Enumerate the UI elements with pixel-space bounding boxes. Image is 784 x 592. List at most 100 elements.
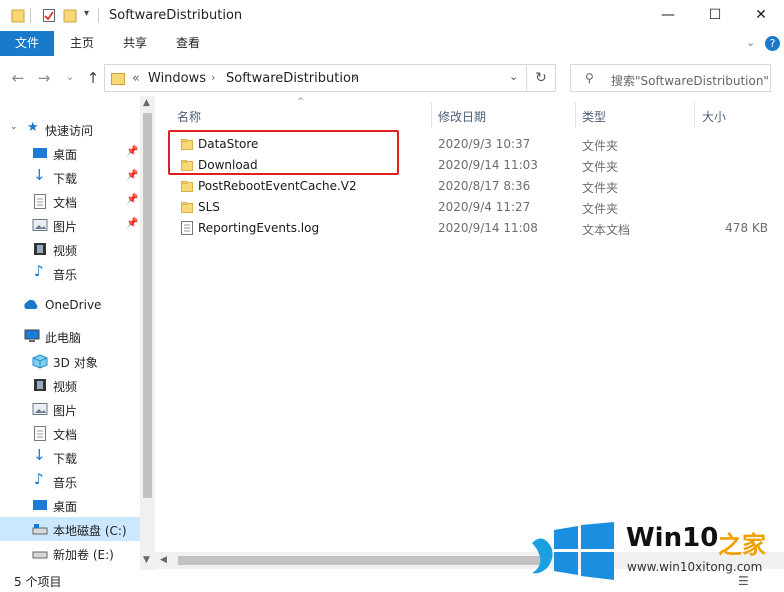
- chevron-down-icon[interactable]: ⌄: [10, 122, 18, 132]
- breadcrumb-windows[interactable]: Windows: [148, 71, 206, 86]
- address-row: ← → ⌄ ↑ « Windows › SoftwareDistribution…: [0, 62, 784, 94]
- nav-label: 视频: [53, 244, 78, 258]
- new-folder-icon[interactable]: [63, 8, 77, 23]
- maximize-button[interactable]: ☐: [692, 0, 738, 31]
- nav-item-this-pc[interactable]: 此电脑: [0, 324, 140, 348]
- nav-label: 新加卷 (E:): [53, 548, 114, 562]
- divider: [98, 8, 99, 23]
- picture-icon: [32, 402, 48, 416]
- close-button[interactable]: ✕: [738, 0, 784, 31]
- nav-label: 视频: [53, 380, 78, 394]
- nav-item-pictures[interactable]: 图片 📌: [0, 213, 140, 237]
- scroll-up-icon[interactable]: ▲: [143, 98, 150, 108]
- tab-share[interactable]: 共享: [110, 31, 160, 56]
- star-icon: ★: [27, 120, 39, 135]
- breadcrumb-overflow[interactable]: «: [132, 71, 140, 86]
- nav-item-local-disk-c[interactable]: 本地磁盘 (C:): [0, 517, 140, 541]
- nav-item-pictures-pc[interactable]: 图片: [0, 397, 140, 421]
- window-title: SoftwareDistribution: [109, 8, 243, 23]
- file-date: 2020/8/17 8:36: [438, 179, 531, 193]
- column-header-name[interactable]: 名称: [177, 108, 201, 125]
- picture-icon: [32, 218, 48, 232]
- column-divider[interactable]: [575, 102, 576, 128]
- column-divider[interactable]: [431, 102, 432, 128]
- nav-item-music[interactable]: ♪ 音乐: [0, 261, 140, 285]
- search-input[interactable]: 搜索"SoftwareDistribution": [611, 72, 769, 89]
- nav-label: 本地磁盘 (C:): [53, 524, 127, 538]
- search-icon: ⚲: [585, 71, 594, 85]
- desktop-icon: [32, 498, 47, 512]
- horizontal-scrollbar-thumb[interactable]: [178, 556, 546, 565]
- download-icon: ↓: [33, 446, 46, 464]
- sort-ascending-icon: ^: [297, 97, 305, 107]
- minimize-button[interactable]: —: [645, 0, 691, 31]
- nav-item-quick-access[interactable]: ⌄ ★ 快速访问: [0, 117, 140, 141]
- nav-item-onedrive[interactable]: OneDrive: [0, 293, 140, 317]
- properties-icon[interactable]: [42, 8, 56, 23]
- folder-icon: [181, 181, 193, 192]
- file-row[interactable]: SLS 2020/9/4 11:27 文件夹: [164, 197, 784, 218]
- nav-label: 桌面: [53, 148, 78, 162]
- customize-toolbar-icon[interactable]: ▾: [84, 8, 89, 19]
- nav-label: 快速访问: [45, 124, 94, 138]
- pin-icon[interactable]: 📌: [126, 218, 138, 229]
- nav-scrollbar-thumb[interactable]: [143, 113, 152, 498]
- nav-item-new-volume-e[interactable]: 新加卷 (E:): [0, 541, 140, 565]
- search-box[interactable]: ⚲ 搜索"SoftwareDistribution": [570, 64, 771, 92]
- nav-label: 下载: [53, 452, 78, 466]
- pin-icon[interactable]: 📌: [126, 170, 138, 181]
- back-arrow-icon[interactable]: ←: [10, 68, 26, 88]
- nav-item-desktop[interactable]: 桌面 📌: [0, 141, 140, 165]
- column-header-type[interactable]: 类型: [582, 108, 606, 125]
- column-divider[interactable]: [694, 102, 695, 128]
- file-type: 文件夹: [582, 139, 619, 153]
- nav-item-music-pc[interactable]: ♪ 音乐: [0, 469, 140, 493]
- file-size: 478 KB: [725, 221, 768, 235]
- cloud-icon: [22, 298, 40, 312]
- tab-view[interactable]: 查看: [163, 31, 213, 56]
- pin-icon[interactable]: 📌: [126, 146, 138, 157]
- chevron-down-icon[interactable]: ⌄: [746, 36, 755, 49]
- nav-item-videos[interactable]: 视频: [0, 237, 140, 261]
- file-row[interactable]: ReportingEvents.log 2020/9/14 11:08 文本文档…: [164, 218, 784, 239]
- refresh-icon[interactable]: ↻: [527, 64, 556, 92]
- nav-item-documents[interactable]: 文档 📌: [0, 189, 140, 213]
- video-icon: [33, 378, 47, 392]
- music-icon: ♪: [34, 470, 44, 488]
- breadcrumb-softwaredistribution[interactable]: SoftwareDistribution: [226, 71, 359, 86]
- nav-label: 此电脑: [45, 331, 82, 345]
- nav-item-desktop-pc[interactable]: 桌面: [0, 493, 140, 517]
- navigation-pane: ⌄ ★ 快速访问 桌面 📌 ↓ 下载 📌 文档 📌 图片 📌 视频 ♪ 音乐 O…: [0, 96, 155, 570]
- ribbon-tabs: 文件 主页 共享 查看 ⌄ ?: [0, 31, 784, 56]
- nav-item-3d-objects[interactable]: 3D 对象: [0, 349, 140, 373]
- document-icon: [33, 426, 47, 441]
- nav-item-downloads-pc[interactable]: ↓ 下载: [0, 445, 140, 469]
- address-dropdown-icon[interactable]: ⌄: [509, 70, 518, 83]
- tab-file[interactable]: 文件: [0, 31, 54, 56]
- document-icon: [33, 194, 47, 209]
- nav-item-documents-pc[interactable]: 文档: [0, 421, 140, 445]
- pin-icon[interactable]: 📌: [126, 194, 138, 205]
- scroll-left-icon[interactable]: ◀: [160, 555, 167, 565]
- column-header-size[interactable]: 大小: [702, 108, 726, 125]
- file-date: 2020/9/14 11:03: [438, 158, 538, 172]
- recent-locations-icon[interactable]: ⌄: [64, 68, 76, 88]
- address-bar[interactable]: « Windows › SoftwareDistribution › ⌄: [104, 64, 527, 92]
- nav-item-videos-pc[interactable]: 视频: [0, 373, 140, 397]
- breadcrumb-separator: ›: [353, 71, 358, 84]
- forward-arrow-icon[interactable]: →: [36, 68, 52, 88]
- file-type: 文件夹: [582, 202, 619, 216]
- file-name: SLS: [198, 200, 220, 214]
- nav-label: 桌面: [53, 500, 78, 514]
- file-row[interactable]: PostRebootEventCache.V2 2020/8/17 8:36 文…: [164, 176, 784, 197]
- watermark-brand: Win10: [626, 523, 719, 553]
- help-icon[interactable]: ?: [765, 36, 780, 51]
- nav-label: OneDrive: [45, 298, 102, 312]
- download-icon: ↓: [33, 166, 46, 184]
- column-header-date[interactable]: 修改日期: [438, 108, 486, 125]
- nav-label: 文档: [53, 196, 78, 210]
- tab-home[interactable]: 主页: [57, 31, 107, 56]
- up-arrow-icon[interactable]: ↑: [85, 68, 101, 88]
- scroll-down-icon[interactable]: ▼: [143, 555, 150, 565]
- nav-item-downloads[interactable]: ↓ 下载 📌: [0, 165, 140, 189]
